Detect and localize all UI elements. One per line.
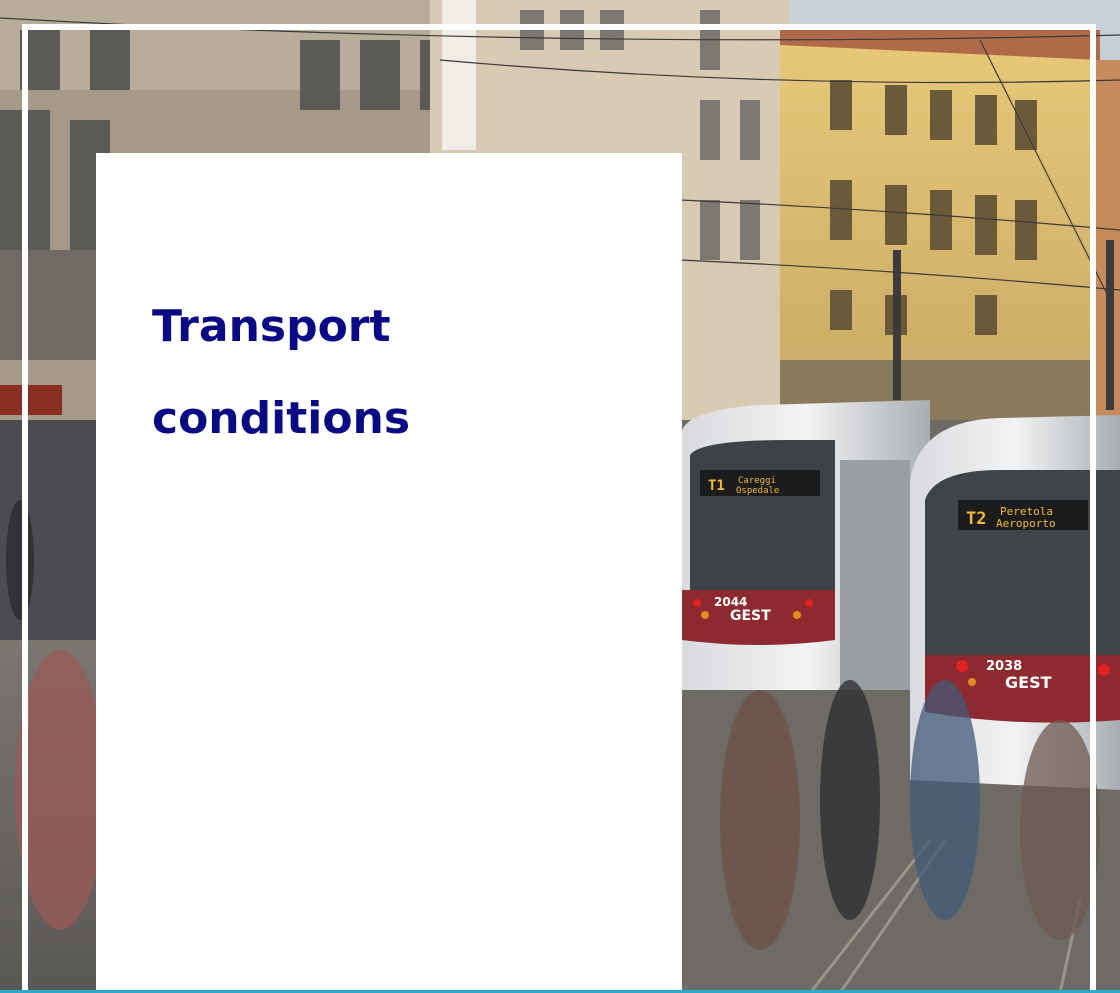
cover-page: T1 Careggi Ospedale 2044 GEST T2 Peretol… [0,0,1120,993]
page-title: Transport conditions [152,301,411,444]
title-panel: Transport conditions [96,153,682,993]
